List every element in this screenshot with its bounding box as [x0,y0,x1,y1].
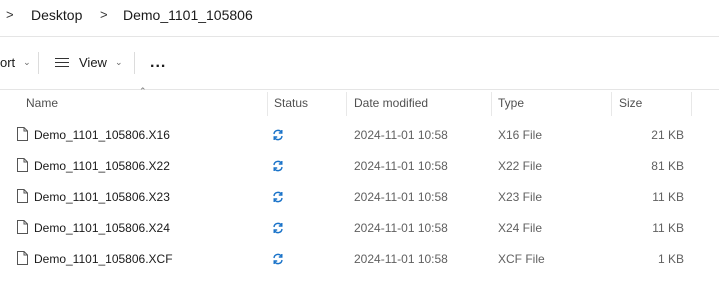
sync-icon [273,129,283,141]
column-separator[interactable] [267,92,268,116]
chevron-down-icon: ⌄ [23,57,31,67]
file-size: 21 KB [651,128,684,142]
view-button[interactable]: View ⌄ [55,55,123,70]
file-name: Demo_1101_105806.XCF [34,252,173,266]
file-name: Demo_1101_105806.X22 [34,159,170,173]
file-row[interactable]: Demo_1101_105806.XCF 2024-11-01 10:58 XC… [0,244,719,275]
file-size: 11 KB [652,190,684,204]
file-row[interactable]: Demo_1101_105806.X24 2024-11-01 10:58 X2… [0,213,719,244]
breadcrumb: > Desktop > Demo_1101_105806 [0,0,719,34]
file-icon [17,220,28,234]
file-size: 81 KB [651,159,684,173]
chevron-right-icon: > [6,7,14,22]
file-size: 11 KB [652,221,684,235]
toolbar-separator [38,52,39,74]
file-icon [17,189,28,203]
breadcrumb-item-folder[interactable]: Demo_1101_105806 [123,7,253,23]
file-type: X22 File [498,159,543,173]
column-header-date-modified[interactable]: Date modified [354,96,428,110]
column-header-name[interactable]: Name [26,96,58,110]
sync-icon [273,222,283,234]
file-name: Demo_1101_105806.X24 [34,221,170,235]
file-name: Demo_1101_105806.X23 [34,190,170,204]
file-explorer-window: > Desktop > Demo_1101_105806 ort ⌄ View … [0,0,719,290]
file-icon [17,251,28,265]
sort-label: ort [0,55,16,70]
breadcrumb-item-desktop[interactable]: Desktop [31,7,82,23]
sync-icon [273,191,283,203]
file-date-modified: 2024-11-01 10:58 [354,190,448,204]
column-separator[interactable] [611,92,612,116]
sync-icon [273,160,283,172]
column-header-type[interactable]: Type [498,96,524,110]
column-separator[interactable] [691,92,692,116]
file-type: X16 File [498,128,543,142]
sort-ascending-icon: ⌃ [139,86,147,96]
file-size: 1 KB [657,252,684,266]
file-type: X24 File [498,221,543,235]
file-icon [17,127,28,141]
file-icon [17,158,28,172]
view-list-icon [55,57,69,68]
more-options-button[interactable]: ... [150,54,166,72]
column-separator[interactable] [491,92,492,116]
chevron-down-icon: ⌄ [114,57,123,67]
toolbar-separator [134,52,135,74]
sort-button[interactable]: ort ⌄ [0,55,31,70]
column-header-status[interactable]: Status [274,96,308,110]
divider [0,89,719,90]
file-type: XCF File [498,252,545,266]
column-header-size[interactable]: Size [619,96,642,110]
file-date-modified: 2024-11-01 10:58 [354,128,448,142]
file-row[interactable]: Demo_1101_105806.X23 2024-11-01 10:58 X2… [0,182,719,213]
toolbar: ort ⌄ View ⌄ ... [0,37,719,89]
sync-icon [273,253,283,265]
chevron-right-icon: > [100,7,108,22]
file-name: Demo_1101_105806.X16 [34,128,170,142]
file-type: X23 File [498,190,543,204]
file-date-modified: 2024-11-01 10:58 [354,252,448,266]
file-row[interactable]: Demo_1101_105806.X16 2024-11-01 10:58 X1… [0,120,719,151]
file-row[interactable]: Demo_1101_105806.X22 2024-11-01 10:58 X2… [0,151,719,182]
view-label: View [79,55,107,70]
file-date-modified: 2024-11-01 10:58 [354,221,448,235]
column-separator[interactable] [346,92,347,116]
file-date-modified: 2024-11-01 10:58 [354,159,448,173]
